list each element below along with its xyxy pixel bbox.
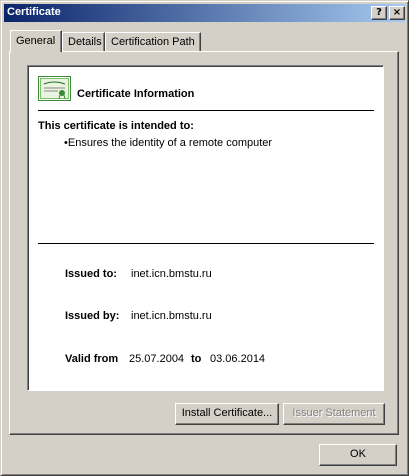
tab-certification-path[interactable]: Certification Path xyxy=(105,32,201,52)
valid-from-label: Valid from xyxy=(65,353,119,365)
tab-general[interactable]: General xyxy=(10,30,62,52)
close-icon[interactable]: × xyxy=(389,6,405,20)
issuer-statement-button: Issuer Statement xyxy=(283,403,385,425)
issued-to-value[interactable]: inet.icn.bmstu.ru xyxy=(131,268,212,280)
divider xyxy=(38,243,374,244)
valid-to-label: to xyxy=(191,353,202,365)
purpose-list-item: •Ensures the identity of a remote comput… xyxy=(64,137,273,149)
certificate-dialog: Certificate ? × General Details Certific… xyxy=(0,0,409,476)
valid-from-value[interactable]: 25.07.2004 xyxy=(129,353,184,365)
tab-details[interactable]: Details xyxy=(62,32,105,52)
purpose-text: Ensures the identity of a remote compute… xyxy=(67,137,273,149)
issued-to-label: Issued to: xyxy=(65,268,117,280)
window-title: Certificate xyxy=(7,6,61,18)
certificate-info-box: Certificate Information This certificate… xyxy=(27,65,384,391)
valid-to-value[interactable]: 03.06.2014 xyxy=(210,353,265,365)
certificate-icon xyxy=(38,76,71,101)
title-bar[interactable]: Certificate ? × xyxy=(4,4,405,22)
issued-by-label: Issued by: xyxy=(65,310,120,322)
intended-purpose-heading: This certificate is intended to: xyxy=(38,120,194,132)
issued-by-value[interactable]: inet.icn.bmstu.ru xyxy=(131,310,212,322)
divider xyxy=(38,110,374,111)
general-tab-panel: Certificate Information This certificate… xyxy=(9,51,399,435)
certificate-info-heading: Certificate Information xyxy=(77,88,195,100)
ok-button[interactable]: OK xyxy=(319,444,397,466)
help-icon[interactable]: ? xyxy=(371,6,387,20)
install-certificate-button[interactable]: Install Certificate... xyxy=(175,403,279,425)
